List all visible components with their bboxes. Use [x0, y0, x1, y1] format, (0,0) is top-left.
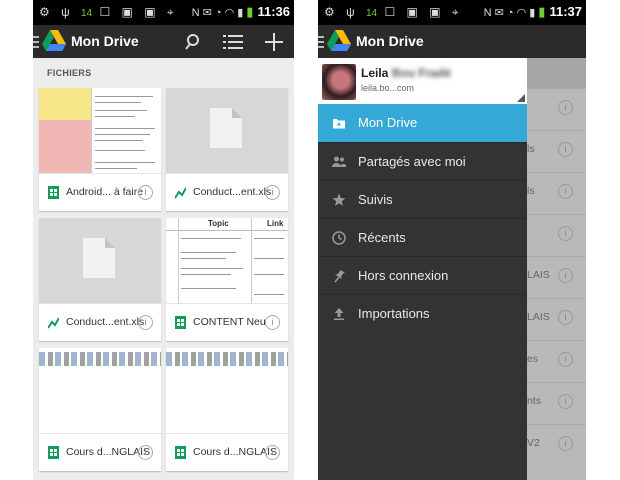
section-title: FICHIERS: [47, 68, 92, 78]
file-thumbnail: [39, 218, 161, 303]
menu-icon[interactable]: [318, 36, 324, 51]
status-right: N ✉ ◔ ◠ ▮ ▮ 11:37: [483, 4, 582, 19]
account-header[interactable]: Leila Bou Fradé leila.bo...com: [318, 58, 527, 104]
file-card-footer: Conduct...ent.xls i: [166, 173, 288, 211]
file-card-footer: Cours d...NGLAIS i: [39, 433, 161, 471]
file-card[interactable]: Conduct...ent.xls i: [166, 88, 288, 211]
info-icon: i: [558, 268, 573, 283]
file-card-footer: Cours d...NGLAIS i: [166, 433, 288, 471]
google-drive-logo-icon[interactable]: [42, 30, 66, 52]
drawer-item-mon-drive[interactable]: Mon Drive: [318, 104, 527, 142]
list-item: V2 i: [527, 424, 586, 467]
file-card[interactable]: Conduct...ent.xls i: [39, 218, 161, 341]
file-name: Android... à faire: [66, 186, 144, 198]
file-name: Conduct...ent.xls: [66, 316, 145, 328]
file-thumbnail: [166, 348, 288, 433]
info-icon: i: [558, 436, 573, 451]
info-icon[interactable]: i: [265, 315, 280, 330]
thumb-header-topic: Topic: [208, 219, 229, 228]
add-icon[interactable]: [264, 32, 284, 52]
list-view-icon[interactable]: [223, 34, 243, 50]
info-icon: i: [558, 184, 573, 199]
search-icon[interactable]: [184, 33, 202, 51]
app-bar: Mon Drive: [318, 25, 586, 58]
list-item: es i: [527, 340, 586, 383]
list-item: LAIS i: [527, 256, 586, 299]
file-thumbnail: Topic Link: [166, 218, 288, 303]
status-bar: ⚙ ψ 14 ☐ ▣ ▣ ⌖ N ✉ ◔ ◠ ▮ ▮ 11:36: [33, 0, 294, 25]
excel-chart-icon: [175, 187, 186, 199]
file-card-footer: Conduct...ent.xls i: [39, 303, 161, 341]
file-card-footer: CONTENT Neu i: [166, 303, 288, 341]
section-header: FICHIERS: [33, 58, 294, 88]
page-title: Mon Drive: [356, 33, 424, 49]
right-phone-screen: ⚙ ψ 14 ☐ ▣ ▣ ⌖ N ✉ ◔ ◠ ▮ ▮ 11:37 Mon Drive…: [318, 0, 586, 480]
drawer-item-partages[interactable]: Partagés avec moi: [318, 142, 527, 181]
page-title: Mon Drive: [71, 33, 139, 49]
status-bar: ⚙ ψ 14 ☐ ▣ ▣ ⌖ N ✉ ◔ ◠ ▮ ▮ 11:37: [318, 0, 586, 25]
generic-file-icon: [210, 108, 242, 148]
menu-icon[interactable]: [33, 36, 39, 51]
info-icon: i: [558, 310, 573, 325]
file-name: Conduct...ent.xls: [193, 186, 272, 198]
people-icon: [332, 156, 346, 167]
list-item: ls i: [527, 172, 586, 215]
thumb-header-link: Link: [267, 219, 284, 228]
clock: 11:37: [549, 4, 582, 19]
drawer-item-hors-connexion[interactable]: Hors connexion: [318, 256, 527, 295]
sheets-doc-icon: [175, 316, 186, 329]
notification-icons: ⚙ ψ 14 ☐ ▣ ▣ ⌖: [324, 5, 463, 19]
info-icon[interactable]: i: [138, 185, 153, 200]
drive-folder-icon: [333, 119, 345, 129]
info-icon[interactable]: i: [265, 445, 280, 460]
list-item: LAIS i: [527, 298, 586, 341]
app-bar: Mon Drive: [33, 25, 294, 58]
info-icon[interactable]: i: [265, 185, 280, 200]
list-item: nts i: [527, 382, 586, 425]
account-email: leila.bo...com: [361, 83, 415, 93]
left-phone-screen: ⚙ ψ 14 ☐ ▣ ▣ ⌖ N ✉ ◔ ◠ ▮ ▮ 11:36 Mon Drive…: [33, 0, 294, 480]
sheets-doc-icon: [48, 186, 59, 199]
drawer-item-suivis[interactable]: Suivis: [318, 180, 527, 219]
info-icon[interactable]: i: [138, 315, 153, 330]
file-thumbnail: [39, 88, 161, 173]
file-card[interactable]: Topic Link CONTENT Neu i: [166, 218, 288, 341]
list-item: i: [527, 214, 586, 257]
file-thumbnail: [166, 88, 288, 173]
avatar: [322, 64, 356, 100]
info-icon: i: [558, 100, 573, 115]
generic-file-icon: [83, 238, 115, 278]
file-card[interactable]: Android... à faire i: [39, 88, 161, 211]
file-name: CONTENT Neu: [193, 316, 266, 328]
sheets-doc-icon: [175, 446, 186, 459]
list-item: i: [527, 88, 586, 131]
drawer-item-importations[interactable]: Importations: [318, 294, 527, 333]
google-drive-logo-icon[interactable]: [327, 30, 351, 52]
drawer-item-recents[interactable]: Récents: [318, 218, 527, 257]
list-item: ls i: [527, 130, 586, 173]
account-name: Leila Bou Fradé: [361, 66, 452, 80]
upload-icon: [334, 308, 344, 320]
clock: 11:36: [257, 4, 290, 19]
info-icon: i: [558, 226, 573, 241]
account-switcher-icon[interactable]: [517, 94, 525, 102]
file-card-footer: Android... à faire i: [39, 173, 161, 211]
file-card[interactable]: Cours d...NGLAIS i: [166, 348, 288, 471]
info-icon: i: [558, 394, 573, 409]
file-card[interactable]: Cours d...NGLAIS i: [39, 348, 161, 471]
excel-chart-icon: [48, 317, 59, 329]
info-icon: i: [558, 352, 573, 367]
notification-icons: ⚙ ψ 14 ☐ ▣ ▣ ⌖: [39, 5, 178, 19]
clock-icon: [332, 231, 346, 245]
info-icon: i: [558, 142, 573, 157]
status-right: N ✉ ◔ ◠ ▮ ▮ 11:36: [191, 4, 290, 19]
navigation-drawer: Leila Bou Fradé leila.bo...com Mon Drive…: [318, 58, 527, 480]
pin-icon: [334, 269, 345, 283]
file-thumbnail: [39, 348, 161, 433]
star-icon: [332, 193, 346, 206]
sheets-doc-icon: [48, 446, 59, 459]
info-icon[interactable]: i: [138, 445, 153, 460]
obscured-file-list: i ls i ls i i LAIS i LAIS i es i nts i V2 i: [527, 58, 586, 480]
